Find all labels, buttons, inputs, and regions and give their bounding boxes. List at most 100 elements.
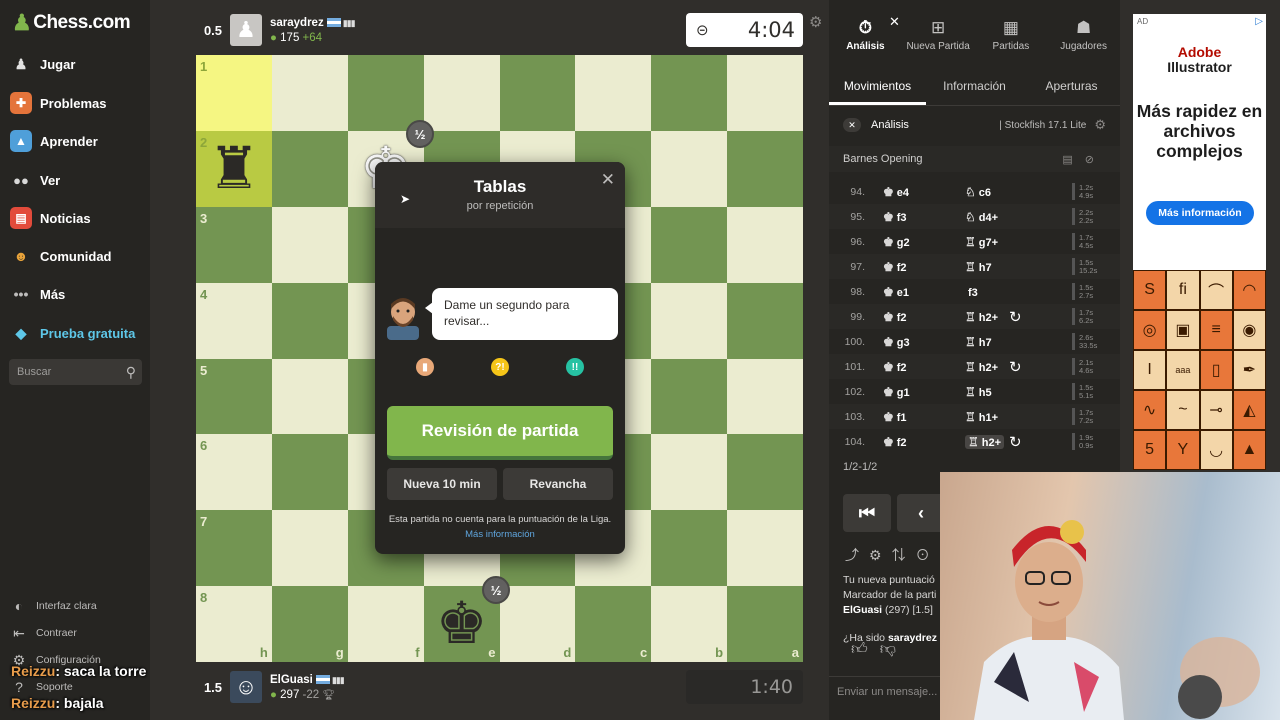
board-square[interactable] xyxy=(271,130,348,207)
board-square[interactable] xyxy=(271,358,348,435)
black-move[interactable]: f3 xyxy=(965,285,978,299)
chess-com-logo[interactable]: ♟ Chess.com xyxy=(12,10,131,36)
search-icon[interactable]: ⚲ xyxy=(126,364,136,381)
black-move[interactable]: ♖ h7 xyxy=(965,335,992,349)
ad-cta-button[interactable]: Más información xyxy=(1146,201,1254,225)
tab-players[interactable]: ☗ Jugadores xyxy=(1047,12,1120,62)
black-move[interactable]: ♖ h7 xyxy=(965,260,992,274)
tab-games[interactable]: ▦ Partidas xyxy=(975,12,1048,62)
board-square[interactable] xyxy=(727,358,803,435)
close-icon[interactable]: ✕ xyxy=(601,170,615,190)
collapse-button[interactable]: ⇤ Contraer xyxy=(10,624,77,642)
board-square[interactable] xyxy=(651,282,728,359)
share-icon[interactable]: ⤴ xyxy=(845,547,869,563)
sidebar-item-free-trial[interactable]: ◆ Prueba gratuita xyxy=(10,318,136,348)
black-move[interactable]: ♖ h1+ xyxy=(965,410,998,424)
black-move[interactable]: ♖ h2+ xyxy=(965,360,998,374)
sidebar-item-puzzles[interactable]: ✚ Problemas xyxy=(10,88,106,118)
first-move-button[interactable]: ⏮ xyxy=(843,494,891,532)
thumbs-down-icon[interactable]: 👎︎ xyxy=(880,641,908,658)
board-square[interactable] xyxy=(271,206,348,283)
board-square[interactable]: 8h xyxy=(196,586,272,662)
board-square[interactable]: 7 xyxy=(196,510,272,587)
board-square[interactable]: c xyxy=(575,586,652,662)
board-square[interactable] xyxy=(499,55,576,131)
white-move[interactable]: ♚ f3 xyxy=(883,210,907,224)
white-move[interactable]: ♚ e4 xyxy=(883,185,909,199)
previous-move-button[interactable]: ‹ xyxy=(897,494,945,532)
analysis-toggle[interactable]: ✕ xyxy=(843,118,861,132)
board-square[interactable]: 3 xyxy=(196,206,272,283)
board-square[interactable]: a xyxy=(727,586,803,662)
more-info-link[interactable]: Más información xyxy=(375,529,625,540)
block-icon[interactable]: ⊘ xyxy=(1085,154,1106,166)
board-square[interactable]: 1 xyxy=(196,55,272,131)
board-square[interactable]: 2 ♜ xyxy=(196,130,272,207)
subtab-openings[interactable]: Aperturas xyxy=(1023,70,1120,105)
close-icon[interactable]: ✕ xyxy=(889,14,900,30)
board-square[interactable]: d xyxy=(499,586,576,662)
board-square[interactable]: g xyxy=(271,586,348,662)
black-move[interactable]: ♖ h2+ xyxy=(965,434,1005,449)
board-square[interactable] xyxy=(727,434,803,511)
support-link[interactable]: ? Soporte xyxy=(10,678,73,696)
board-square[interactable] xyxy=(727,55,803,131)
board-square[interactable] xyxy=(347,55,424,131)
sidebar-item-play[interactable]: ♟ Jugar xyxy=(10,49,76,79)
black-rook-piece[interactable]: ♜ xyxy=(196,131,272,207)
board-square[interactable] xyxy=(651,434,728,511)
ad-choices-icon[interactable]: ▷ xyxy=(1255,16,1263,27)
board-square[interactable] xyxy=(727,510,803,587)
white-move[interactable]: ♚ f2 xyxy=(883,360,907,374)
white-move[interactable]: ♚ f2 xyxy=(883,310,907,324)
black-move[interactable]: ♖ h2+ xyxy=(965,310,998,324)
subtab-info[interactable]: Información xyxy=(926,70,1023,105)
engine-settings-gear-icon[interactable]: ⚙ xyxy=(1094,117,1106,133)
sidebar-item-learn[interactable]: ▲ Aprender xyxy=(10,126,98,156)
board-square[interactable] xyxy=(727,282,803,359)
board-square[interactable]: 4 xyxy=(196,282,272,359)
thumbs-up-icon[interactable]: 👍︎ xyxy=(851,641,880,658)
white-move[interactable]: ♚ g3 xyxy=(883,335,910,349)
game-review-button[interactable]: Revisión de partida xyxy=(387,406,613,460)
white-move[interactable]: ♚ g2 xyxy=(883,235,910,249)
adobe-ad-banner[interactable]: AD ▷ Adobe Illustrator Más rapidez en ar… xyxy=(1133,14,1266,270)
tab-new-game[interactable]: ⊞ Nueva Partida xyxy=(902,12,975,62)
board-square[interactable] xyxy=(651,510,728,587)
black-move[interactable]: ♖ g7+ xyxy=(965,235,998,249)
board-square[interactable] xyxy=(271,434,348,511)
sidebar-item-community[interactable]: ☻ Comunidad xyxy=(10,241,112,271)
board-square[interactable] xyxy=(271,510,348,587)
black-move[interactable]: ♘ c6 xyxy=(965,185,991,199)
top-player-avatar[interactable]: ♟ xyxy=(230,14,262,46)
settings-icon[interactable]: ⊙ xyxy=(916,547,940,563)
board-square[interactable] xyxy=(271,282,348,359)
white-move[interactable]: ♚ f1 xyxy=(883,410,907,424)
search-input[interactable]: Buscar ⚲ xyxy=(9,359,142,385)
new-game-button[interactable]: Nueva 10 min xyxy=(387,468,497,500)
board-square[interactable] xyxy=(423,55,500,131)
board-settings-gear-icon[interactable]: ⚙ xyxy=(809,13,822,31)
white-move[interactable]: ♚ e1 xyxy=(883,285,909,299)
top-player-name[interactable]: saraydrez xyxy=(270,17,324,29)
bottom-player-name[interactable]: ElGuasi xyxy=(270,674,313,686)
white-move[interactable]: ♚ f2 xyxy=(883,260,907,274)
board-square[interactable]: f xyxy=(347,586,424,662)
board-square[interactable] xyxy=(727,130,803,207)
board-square[interactable] xyxy=(651,358,728,435)
board-square[interactable] xyxy=(575,55,652,131)
sidebar-item-news[interactable]: ▤ Noticias xyxy=(10,203,91,233)
white-move[interactable]: ♚ f2 xyxy=(883,435,907,449)
bottom-player-avatar[interactable]: ☺ xyxy=(230,671,262,703)
analysis-board-icon[interactable]: ⚙ xyxy=(869,547,892,563)
subtab-moves[interactable]: Movimientos xyxy=(829,70,926,105)
sidebar-item-watch[interactable]: ●● Ver xyxy=(10,165,60,195)
board-square[interactable]: 6 xyxy=(196,434,272,511)
board-square[interactable]: 5 xyxy=(196,358,272,435)
black-move[interactable]: ♘ d4+ xyxy=(965,210,998,224)
sidebar-item-more[interactable]: ••• Más xyxy=(10,279,66,309)
black-move[interactable]: ♖ h5 xyxy=(965,385,992,399)
rematch-button[interactable]: Revancha xyxy=(503,468,613,500)
board-square[interactable] xyxy=(651,55,728,131)
flip-board-icon[interactable]: ⇅ xyxy=(892,547,916,563)
